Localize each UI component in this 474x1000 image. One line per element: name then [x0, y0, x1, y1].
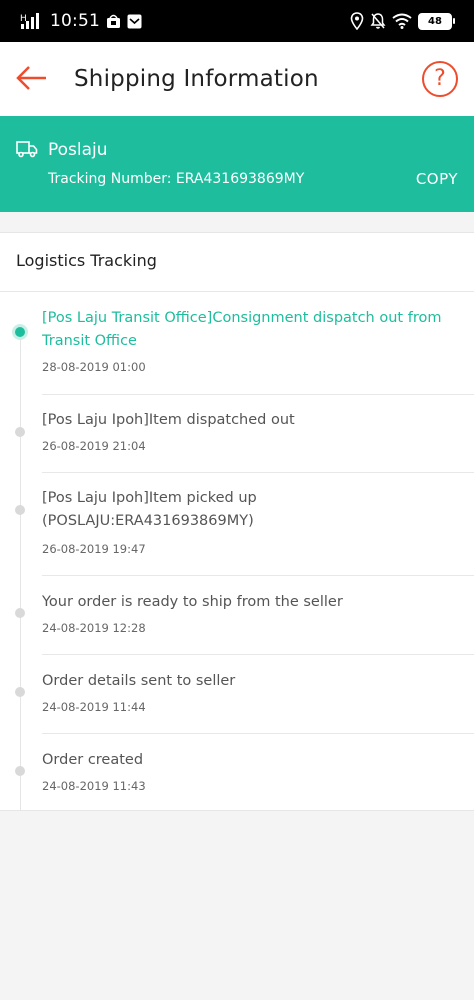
event-divider	[42, 394, 474, 395]
app-header: Shipping Information ?	[0, 42, 474, 116]
status-bar-left: H 10:51	[20, 11, 142, 31]
wifi-icon	[392, 13, 412, 29]
back-button[interactable]	[14, 62, 50, 98]
event-time: 26-08-2019 21:04	[42, 439, 146, 453]
event-divider	[42, 472, 474, 473]
tracking-number: Tracking Number: ERA431693869MY	[48, 171, 305, 187]
signal-type-text: H	[20, 14, 27, 24]
event-time: 24-08-2019 11:44	[42, 700, 146, 714]
bell-muted-icon	[370, 12, 386, 30]
timeline-dot-icon	[15, 427, 25, 437]
timeline-dot-icon	[15, 505, 25, 515]
event-description: Order created	[42, 752, 144, 768]
status-time: 10:51	[50, 11, 100, 31]
event-divider	[42, 575, 474, 576]
truck-icon	[16, 140, 38, 162]
timeline-dot-icon	[15, 608, 25, 618]
event-description: Your order is ready to ship from the sel…	[42, 594, 343, 610]
event-description: [Pos Laju Transit Office]Consignment dis…	[42, 310, 442, 349]
event-time: 28-08-2019 01:00	[42, 360, 146, 374]
shop-notification-icon	[106, 14, 121, 29]
help-button[interactable]: ?	[422, 61, 458, 97]
signal-icon: H	[20, 12, 44, 30]
timeline-line	[20, 330, 21, 810]
status-bar-right: 48	[350, 12, 455, 30]
logistics-title: Logistics Tracking	[16, 251, 157, 270]
event-time: 24-08-2019 12:28	[42, 621, 146, 635]
carrier-name: Poslaju	[48, 140, 108, 160]
mail-notification-icon	[127, 14, 142, 29]
timeline-dot-active-icon	[15, 327, 25, 337]
logistics-section: Logistics Tracking [Pos Laju Transit Off…	[0, 232, 474, 811]
battery-icon: 48	[418, 12, 455, 30]
back-arrow-icon	[16, 66, 48, 94]
event-description: [Pos Laju Ipoh]Item dispatched out	[42, 412, 295, 428]
event-time: 26-08-2019 19:47	[42, 542, 146, 556]
section-divider	[0, 291, 474, 292]
question-mark-icon: ?	[434, 66, 446, 91]
timeline-dot-icon	[15, 687, 25, 697]
event-time: 24-08-2019 11:43	[42, 779, 146, 793]
carrier-banner: Poslaju Tracking Number: ERA431693869MY …	[0, 116, 474, 212]
event-description: [Pos Laju Ipoh]Item picked up (POSLAJU:E…	[42, 490, 257, 529]
status-bar: H 10:51 48	[0, 0, 474, 42]
page-title: Shipping Information	[74, 66, 319, 92]
event-divider	[42, 733, 474, 734]
copy-button[interactable]: COPY	[416, 170, 458, 188]
timeline-dot-icon	[15, 766, 25, 776]
event-description: Order details sent to seller	[42, 673, 236, 689]
event-divider	[42, 654, 474, 655]
location-icon	[350, 12, 364, 30]
